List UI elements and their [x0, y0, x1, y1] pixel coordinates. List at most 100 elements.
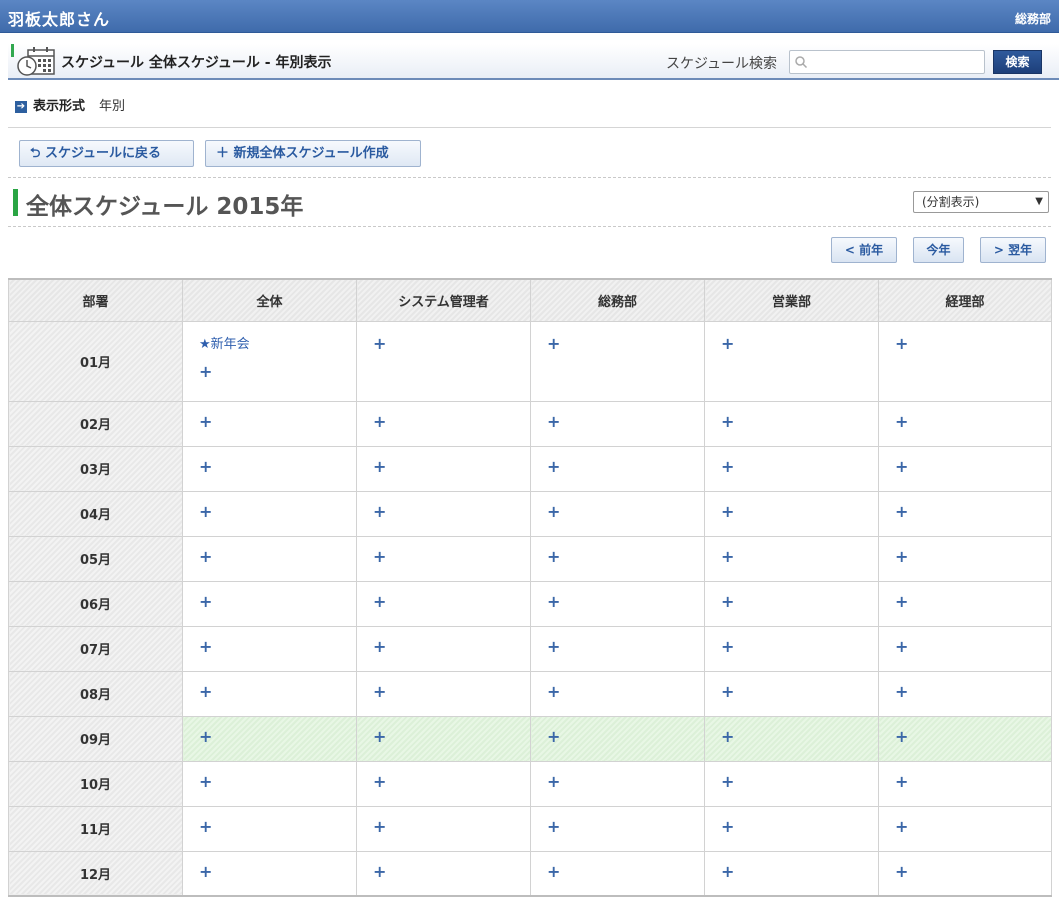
add-schedule-icon[interactable]: +: [895, 863, 908, 879]
add-schedule-icon[interactable]: +: [547, 458, 560, 474]
schedule-cell: +: [878, 670, 1052, 717]
back-button-label: スケジュールに戻る: [44, 146, 162, 161]
add-schedule-icon[interactable]: +: [199, 863, 212, 879]
new-schedule-button[interactable]: ＋ 新規全体スケジュール作成: [205, 140, 421, 167]
add-schedule-icon[interactable]: +: [721, 458, 734, 474]
add-schedule-icon[interactable]: +: [895, 335, 908, 351]
schedule-cell: +: [356, 320, 531, 402]
add-schedule-icon[interactable]: +: [721, 593, 734, 609]
add-schedule-icon[interactable]: +: [721, 818, 734, 834]
add-schedule-icon[interactable]: +: [547, 503, 560, 519]
add-schedule-icon[interactable]: +: [895, 683, 908, 699]
add-schedule-icon[interactable]: +: [895, 503, 908, 519]
add-schedule-icon[interactable]: +: [721, 863, 734, 879]
schedule-cell: +: [356, 445, 531, 492]
add-schedule-icon[interactable]: +: [895, 638, 908, 654]
schedule-cell: +: [530, 490, 705, 537]
column-header: 総務部: [530, 278, 705, 322]
add-schedule-icon[interactable]: +: [721, 773, 734, 789]
add-schedule-icon[interactable]: +: [199, 638, 212, 654]
add-schedule-icon[interactable]: +: [373, 638, 386, 654]
add-schedule-icon[interactable]: +: [721, 683, 734, 699]
add-schedule-icon[interactable]: +: [199, 728, 212, 744]
column-header: 経理部: [878, 278, 1052, 322]
schedule-cell: +: [356, 850, 531, 897]
add-schedule-icon[interactable]: +: [721, 638, 734, 654]
add-schedule-icon[interactable]: +: [721, 335, 734, 351]
user-name: 羽板太郎さん: [8, 10, 111, 29]
add-schedule-icon[interactable]: +: [895, 728, 908, 744]
add-schedule-icon[interactable]: +: [373, 548, 386, 564]
add-schedule-icon[interactable]: +: [199, 683, 212, 699]
add-schedule-icon[interactable]: +: [547, 863, 560, 879]
schedule-cell: +: [530, 445, 705, 492]
schedule-search-field[interactable]: [789, 50, 985, 74]
schedule-cell: +: [878, 805, 1052, 852]
add-schedule-icon[interactable]: +: [547, 593, 560, 609]
add-schedule-icon[interactable]: +: [199, 548, 212, 564]
search-input[interactable]: [812, 53, 980, 71]
add-schedule-icon[interactable]: +: [895, 818, 908, 834]
add-schedule-icon[interactable]: +: [373, 335, 386, 351]
month-label: 05月: [8, 535, 183, 582]
add-schedule-icon[interactable]: +: [895, 593, 908, 609]
add-schedule-icon[interactable]: +: [895, 413, 908, 429]
add-schedule-icon[interactable]: +: [373, 683, 386, 699]
search-button[interactable]: 検索: [993, 50, 1042, 74]
add-schedule-icon[interactable]: +: [373, 593, 386, 609]
add-schedule-icon[interactable]: +: [547, 335, 560, 351]
add-schedule-icon[interactable]: +: [199, 503, 212, 519]
table-row: 12月 + + + + +: [8, 850, 1052, 897]
add-schedule-icon[interactable]: +: [895, 773, 908, 789]
this-year-button[interactable]: 今年: [913, 237, 964, 263]
title-bar: スケジュール 全体スケジュール - 年別表示 スケジュール検索 検索: [8, 44, 1059, 80]
month-label: 03月: [8, 445, 183, 492]
add-schedule-icon[interactable]: +: [373, 728, 386, 744]
add-schedule-icon[interactable]: +: [721, 548, 734, 564]
add-schedule-icon[interactable]: +: [895, 548, 908, 564]
prev-year-button[interactable]: < 前年: [831, 237, 897, 263]
view-mode-select[interactable]: (分割表示) ▼: [913, 191, 1049, 213]
divider: [8, 127, 1051, 128]
add-schedule-icon[interactable]: +: [547, 638, 560, 654]
back-to-schedule-button[interactable]: ⮌ スケジュールに戻る: [19, 140, 194, 167]
add-schedule-icon[interactable]: +: [547, 728, 560, 744]
heading-title: 全体スケジュール 2015年: [26, 194, 304, 220]
column-header: 部署: [8, 278, 183, 322]
add-schedule-icon[interactable]: +: [199, 818, 212, 834]
event-link[interactable]: ★新年会: [199, 337, 356, 353]
add-schedule-icon[interactable]: +: [373, 413, 386, 429]
add-schedule-icon[interactable]: +: [373, 503, 386, 519]
add-schedule-icon[interactable]: +: [373, 818, 386, 834]
add-schedule-icon[interactable]: +: [547, 773, 560, 789]
add-schedule-icon[interactable]: +: [373, 458, 386, 474]
schedule-cell: +: [878, 580, 1052, 627]
add-schedule-icon[interactable]: +: [199, 593, 212, 609]
add-schedule-icon[interactable]: +: [199, 413, 212, 429]
add-schedule-icon[interactable]: +: [199, 773, 212, 789]
add-schedule-icon[interactable]: +: [895, 458, 908, 474]
add-schedule-icon[interactable]: +: [547, 548, 560, 564]
next-year-button[interactable]: > 翌年: [980, 237, 1046, 263]
add-schedule-icon[interactable]: +: [547, 683, 560, 699]
schedule-cell: +: [878, 535, 1052, 582]
add-schedule-icon[interactable]: +: [199, 363, 212, 379]
add-schedule-icon[interactable]: +: [373, 863, 386, 879]
add-schedule-icon[interactable]: +: [547, 413, 560, 429]
schedule-cell: +: [530, 400, 705, 447]
table-row: 10月 + + + + +: [8, 760, 1052, 807]
view-mode-value: (分割表示): [922, 195, 980, 209]
heading-accent: [13, 189, 18, 216]
add-schedule-icon[interactable]: +: [721, 413, 734, 429]
add-schedule-icon[interactable]: +: [373, 773, 386, 789]
display-format-value[interactable]: 年別: [99, 99, 125, 114]
add-schedule-icon[interactable]: +: [721, 728, 734, 744]
add-schedule-icon[interactable]: +: [199, 458, 212, 474]
add-schedule-icon[interactable]: +: [721, 503, 734, 519]
add-schedule-icon[interactable]: +: [547, 818, 560, 834]
schedule-cell: +: [182, 580, 357, 627]
schedule-cell: +: [356, 580, 531, 627]
schedule-cell: +: [182, 490, 357, 537]
schedule-cell: +: [878, 715, 1052, 762]
month-label: 09月: [8, 715, 183, 762]
